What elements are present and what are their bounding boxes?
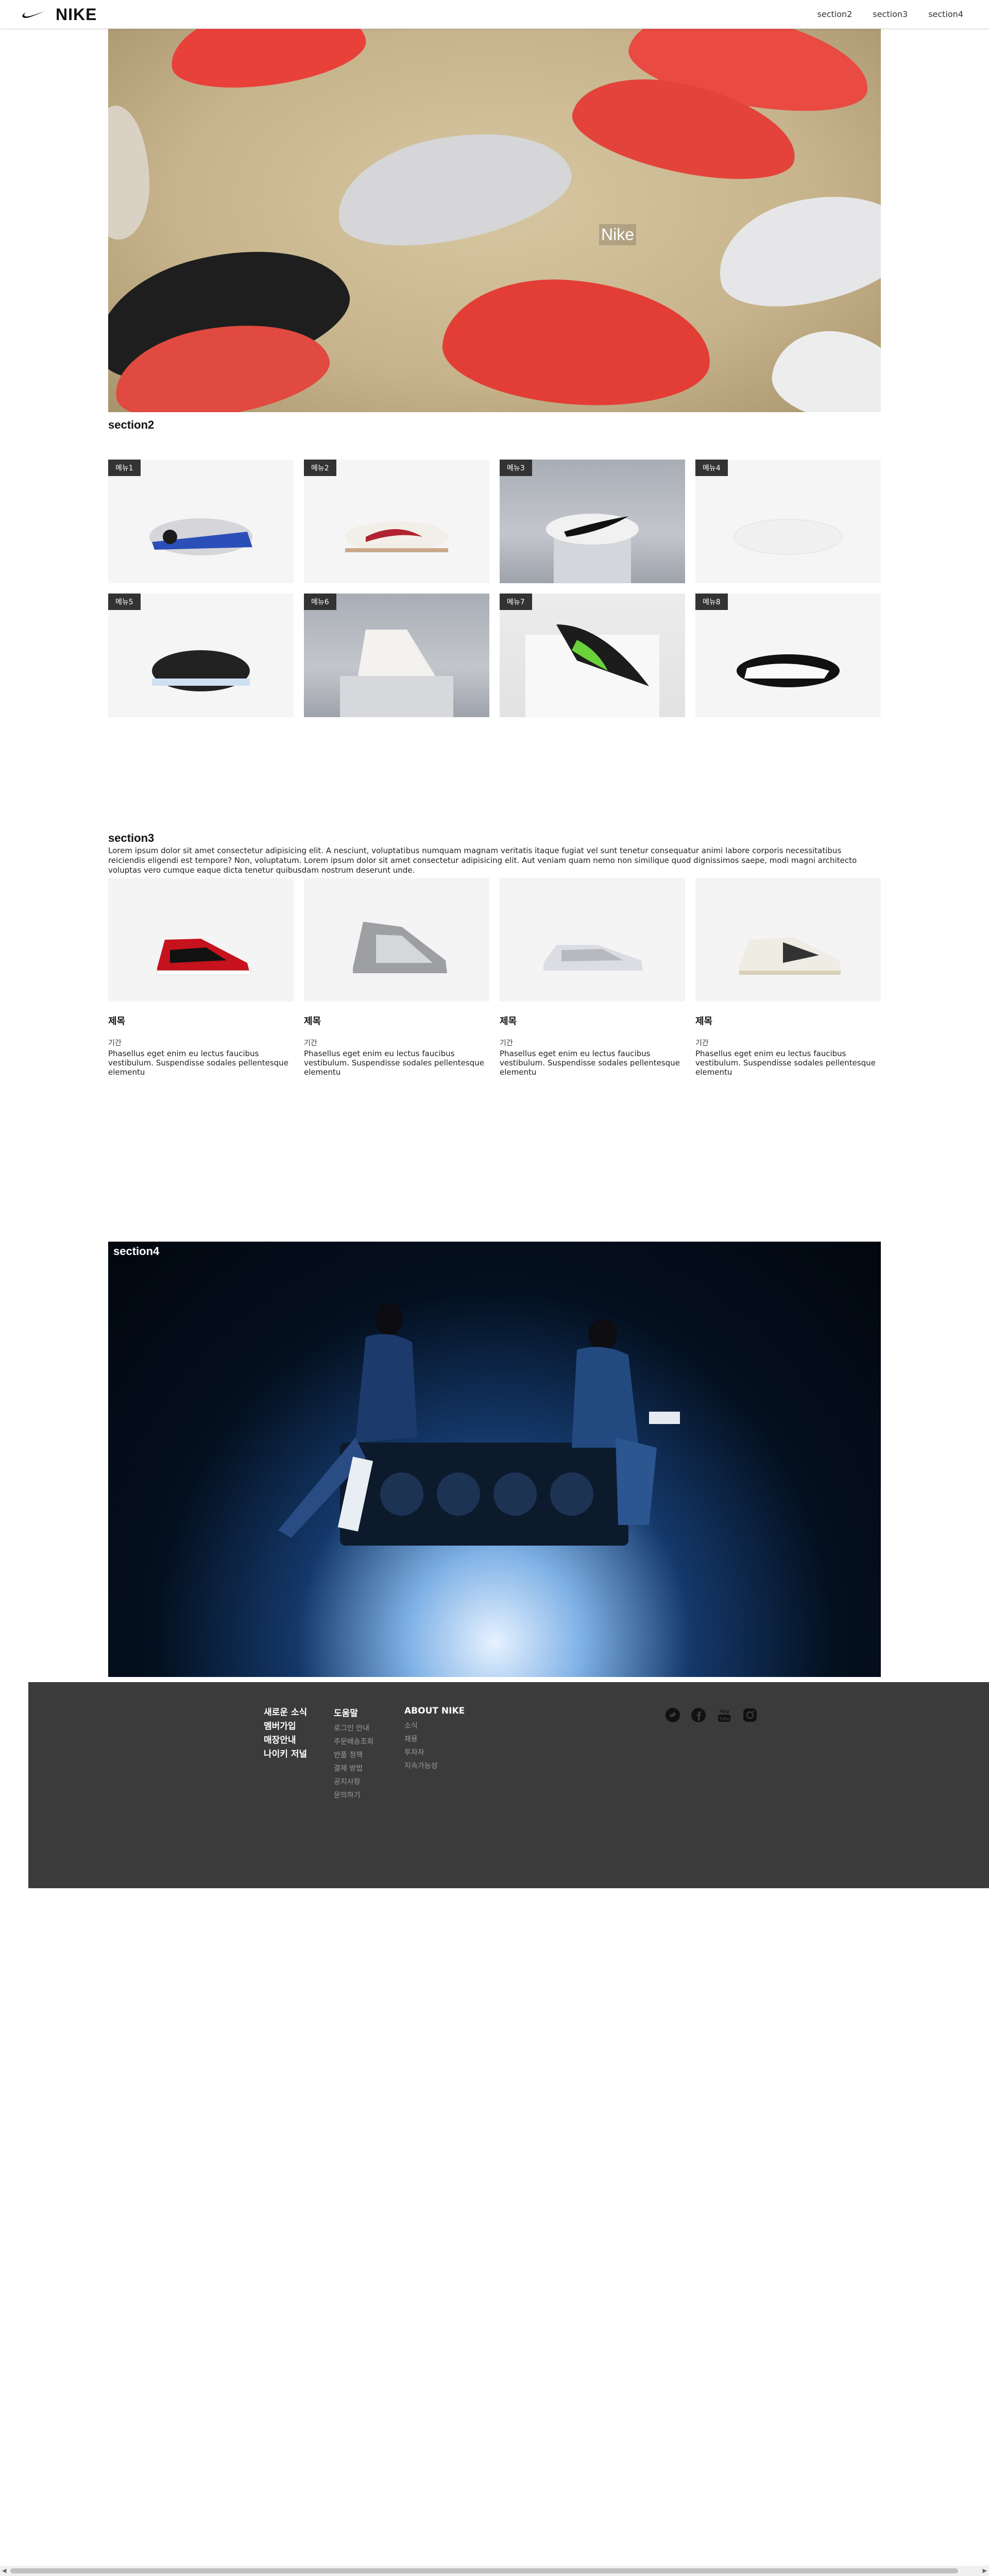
footer-link-journal[interactable]: 나이키 저널 — [264, 1748, 307, 1761]
section2-grid: 메뉴1 메뉴2 메뉴3 메뉴4 메뉴5 메뉴6 메뉴7 메뉴8 — [108, 460, 881, 717]
menu-label: 메뉴7 — [500, 594, 532, 610]
sneaker-image — [345, 521, 448, 552]
card-date: 기간 — [695, 1039, 709, 1047]
card-image — [108, 878, 294, 1002]
hero-shoe-red-6 — [767, 323, 881, 412]
facebook-icon[interactable] — [690, 1707, 707, 1723]
twitter-icon[interactable] — [664, 1707, 681, 1723]
card-text: Phasellus eget enim eu lectus faucibus v… — [500, 1049, 680, 1077]
nav-link-section2[interactable]: section2 — [817, 9, 852, 19]
menu-tile-5[interactable]: 메뉴5 — [108, 594, 294, 717]
nav-link-section3[interactable]: section3 — [873, 9, 908, 19]
site-footer: 새로운 소식 멤버가입 매장안내 나이키 저널 도움말 로그인 안내 주문배송조… — [28, 1682, 989, 1888]
menu-tile-7[interactable]: 메뉴7 — [500, 594, 685, 717]
footer-help-link[interactable]: 주문배송조회 — [334, 1735, 373, 1749]
footer-about-link[interactable]: 소식 — [404, 1719, 465, 1733]
footer-help-link[interactable]: 반품 정책 — [334, 1749, 373, 1762]
product-card[interactable]: 제목 기간 Phasellus eget enim eu lectus fauc… — [304, 878, 489, 1077]
youtube-icon[interactable]: You Tube — [716, 1707, 732, 1723]
card-image — [304, 878, 489, 1002]
menu-label: 메뉴8 — [695, 594, 728, 610]
product-card[interactable]: 제목 기간 Phasellus eget enim eu lectus fauc… — [695, 878, 881, 1077]
footer-help-link[interactable]: 문의하기 — [334, 1789, 373, 1802]
sneaker-image — [152, 650, 250, 691]
logo[interactable]: NIKE — [22, 4, 97, 25]
sneaker-image — [525, 624, 659, 717]
footer-help-heading: 도움말 — [334, 1708, 358, 1719]
logo-text: NIKE — [56, 5, 97, 24]
hero-caption: Nike — [599, 224, 637, 245]
card-title: 제목 — [500, 1016, 517, 1027]
footer-main-links: 새로운 소식 멤버가입 매장안내 나이키 저널 — [264, 1706, 307, 1761]
section4-banner: section4 — [108, 1242, 881, 1677]
footer-link-stores[interactable]: 매장안내 — [264, 1734, 307, 1748]
menu-tile-8[interactable]: 메뉴8 — [695, 594, 881, 717]
footer-about-column: ABOUT NIKE 소식 채용 투자자 지속가능성 — [404, 1706, 465, 1773]
hero-shoe-white-3 — [108, 106, 149, 240]
card-image — [500, 878, 685, 1002]
footer-help-link[interactable]: 결제 방법 — [334, 1762, 373, 1775]
scroll-left-arrow-icon[interactable]: ◀ — [2, 2567, 6, 2574]
svg-text:You: You — [720, 1709, 729, 1715]
card-text: Phasellus eget enim eu lectus faucibus v… — [108, 1049, 288, 1077]
svg-text:Tube: Tube — [719, 1716, 730, 1721]
card-text: Phasellus eget enim eu lectus faucibus v… — [304, 1049, 484, 1077]
footer-about-link[interactable]: 채용 — [404, 1733, 465, 1746]
scrollbar-thumb[interactable] — [10, 2568, 958, 2573]
footer-about-link[interactable]: 지속가능성 — [404, 1759, 465, 1773]
card-date: 기간 — [500, 1039, 513, 1047]
hero-shoe-red-5 — [439, 272, 715, 412]
menu-tile-1[interactable]: 메뉴1 — [108, 460, 294, 583]
hero-banner: Nike — [108, 28, 881, 412]
social-links: You Tube — [664, 1707, 758, 1723]
card-date: 기간 — [108, 1039, 122, 1047]
hero-shoe-white-1 — [327, 113, 580, 263]
menu-label: 메뉴4 — [695, 460, 728, 476]
sneaker-image — [737, 654, 840, 687]
instagram-icon[interactable] — [742, 1707, 758, 1723]
sneaker-image — [340, 630, 453, 717]
site-header: NIKE section2 section3 section4 — [0, 0, 989, 29]
section2-title: section2 — [108, 418, 155, 431]
footer-link-membership[interactable]: 멤버가입 — [264, 1720, 307, 1734]
product-card[interactable]: 제목 기간 Phasellus eget enim eu lectus fauc… — [500, 878, 685, 1077]
menu-tile-4[interactable]: 메뉴4 — [695, 460, 881, 583]
hero-shoe-red-1 — [165, 28, 370, 98]
footer-link-news[interactable]: 새로운 소식 — [264, 1706, 307, 1720]
card-image — [695, 878, 881, 1002]
menu-label: 메뉴5 — [108, 594, 141, 610]
card-title: 제목 — [695, 1016, 713, 1027]
menu-tile-3[interactable]: 메뉴3 — [500, 460, 685, 583]
sneaker-image — [546, 514, 639, 583]
nav-link-section4[interactable]: section4 — [928, 9, 963, 19]
product-card[interactable]: 제목 기간 Phasellus eget enim eu lectus fauc… — [108, 878, 294, 1077]
menu-label: 메뉴2 — [304, 460, 336, 476]
horizontal-scrollbar[interactable]: ◀ ▶ — [0, 2566, 989, 2576]
footer-about-heading: ABOUT NIKE — [404, 1706, 465, 1716]
section3-intro: Lorem ipsum dolor sit amet consectetur a… — [108, 846, 857, 875]
section4-image — [278, 1302, 680, 1546]
menu-tile-2[interactable]: 메뉴2 — [304, 460, 489, 583]
footer-help-link[interactable]: 로그인 안내 — [334, 1722, 373, 1735]
menu-label: 메뉴3 — [500, 460, 532, 476]
card-text: Phasellus eget enim eu lectus faucibus v… — [695, 1049, 876, 1077]
footer-about-link[interactable]: 투자자 — [404, 1746, 465, 1759]
footer-help-column: 도움말 로그인 안내 주문배송조회 반품 정책 결제 방법 공지사항 문의하기 — [334, 1706, 373, 1802]
nike-swoosh-icon — [22, 11, 45, 18]
hero-shoe-white-2 — [706, 176, 881, 324]
footer-help-link[interactable]: 공지사항 — [334, 1775, 373, 1789]
section3-title: section3 — [108, 832, 155, 844]
card-date: 기간 — [304, 1039, 317, 1047]
card-title: 제목 — [108, 1016, 126, 1027]
menu-tile-6[interactable]: 메뉴6 — [304, 594, 489, 717]
main-nav: section2 section3 section4 — [817, 9, 963, 19]
scroll-right-arrow-icon[interactable]: ▶ — [983, 2567, 987, 2574]
card-title: 제목 — [304, 1016, 321, 1027]
sneaker-image — [149, 518, 252, 555]
sneaker-image — [734, 519, 843, 555]
menu-label: 메뉴1 — [108, 460, 141, 476]
menu-label: 메뉴6 — [304, 594, 336, 610]
section3-cards: 제목 기간 Phasellus eget enim eu lectus fauc… — [108, 878, 881, 1077]
